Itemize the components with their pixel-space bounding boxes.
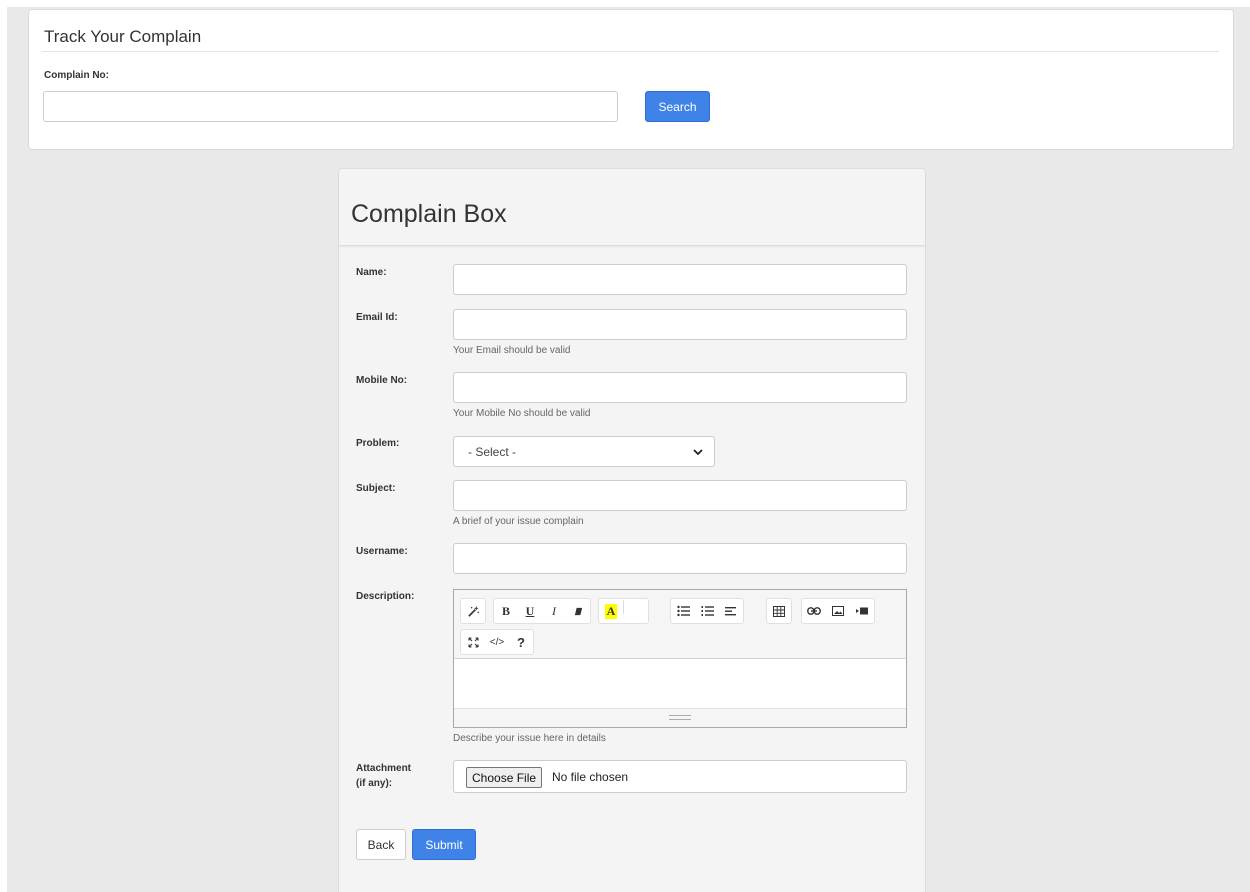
code-view-icon[interactable]: </> xyxy=(485,630,509,654)
complain-box-title: Complain Box xyxy=(351,200,507,228)
track-complain-panel: Track Your Complain Complain No: Search xyxy=(28,9,1234,150)
resize-grip-icon[interactable] xyxy=(669,715,691,720)
subject-input[interactable] xyxy=(453,480,907,511)
video-icon[interactable] xyxy=(850,599,874,623)
mobile-help-text: Your Mobile No should be valid xyxy=(453,408,591,419)
bold-icon[interactable]: B xyxy=(494,599,518,623)
style-group xyxy=(460,598,486,624)
editor-resize-bar[interactable] xyxy=(454,708,906,727)
divider xyxy=(42,51,1219,52)
complain-box-header: Complain Box xyxy=(339,169,925,246)
description-editor: B U I A </> ? xyxy=(453,589,907,728)
problem-label: Problem: xyxy=(356,438,400,449)
ordered-list-icon[interactable] xyxy=(695,599,719,623)
paragraph-group xyxy=(670,598,744,624)
link-icon[interactable] xyxy=(802,599,826,623)
text-color-glyph: A xyxy=(604,603,618,619)
insert-group xyxy=(801,598,875,624)
chevron-down-icon xyxy=(693,449,703,456)
complain-box: Complain Box Name: Email Id: Your Email … xyxy=(338,168,926,892)
table-icon[interactable] xyxy=(767,599,791,623)
eraser-icon[interactable] xyxy=(566,599,590,623)
left-strip xyxy=(0,0,7,892)
table-group xyxy=(766,598,792,624)
email-input[interactable] xyxy=(453,309,907,340)
magic-wand-icon[interactable] xyxy=(461,599,485,623)
email-label: Email Id: xyxy=(356,312,398,323)
help-icon[interactable]: ? xyxy=(509,630,533,654)
attachment-label-line2: (if any): xyxy=(356,778,393,789)
subject-label: Subject: xyxy=(356,483,396,494)
search-button[interactable]: Search xyxy=(645,91,710,122)
text-color-icon[interactable]: A xyxy=(599,599,623,623)
mobile-label: Mobile No: xyxy=(356,375,408,386)
fullscreen-icon[interactable] xyxy=(461,630,485,654)
complain-no-label: Complain No: xyxy=(44,70,109,81)
complain-no-input[interactable] xyxy=(43,91,618,122)
align-icon[interactable] xyxy=(719,599,743,623)
file-status-text: No file chosen xyxy=(552,770,629,784)
subject-help-text: A brief of your issue complain xyxy=(453,516,584,527)
underline-icon[interactable]: U xyxy=(518,599,542,623)
back-button[interactable]: Back xyxy=(356,829,406,860)
submit-button[interactable]: Submit xyxy=(412,829,476,860)
description-help-text: Describe your issue here in details xyxy=(453,733,606,744)
description-text-area[interactable] xyxy=(454,660,906,708)
attachment-file-input[interactable]: Choose File No file chosen xyxy=(453,760,907,793)
font-style-group: B U I xyxy=(493,598,591,624)
name-label: Name: xyxy=(356,267,387,278)
picture-icon[interactable] xyxy=(826,599,850,623)
email-help-text: Your Email should be valid xyxy=(453,345,571,356)
color-dropdown-divider xyxy=(623,600,624,614)
username-input[interactable] xyxy=(453,543,907,574)
choose-file-button[interactable]: Choose File xyxy=(466,767,543,788)
editor-toolbar: B U I A </> ? xyxy=(454,590,906,659)
name-input[interactable] xyxy=(453,264,907,295)
problem-selected-value: - Select - xyxy=(468,445,517,459)
problem-select[interactable]: - Select - xyxy=(453,436,715,467)
color-group: A xyxy=(598,598,649,624)
username-label: Username: xyxy=(356,546,408,557)
top-strip xyxy=(0,0,1250,7)
mobile-input[interactable] xyxy=(453,372,907,403)
attachment-label-line1: Attachment xyxy=(356,763,412,774)
italic-icon[interactable]: I xyxy=(542,599,566,623)
description-label: Description: xyxy=(356,591,415,602)
unordered-list-icon[interactable] xyxy=(671,599,695,623)
attachment-label: Attachment (if any): xyxy=(356,761,411,791)
track-panel-title: Track Your Complain xyxy=(44,27,202,46)
misc-group: </> ? xyxy=(460,629,534,655)
